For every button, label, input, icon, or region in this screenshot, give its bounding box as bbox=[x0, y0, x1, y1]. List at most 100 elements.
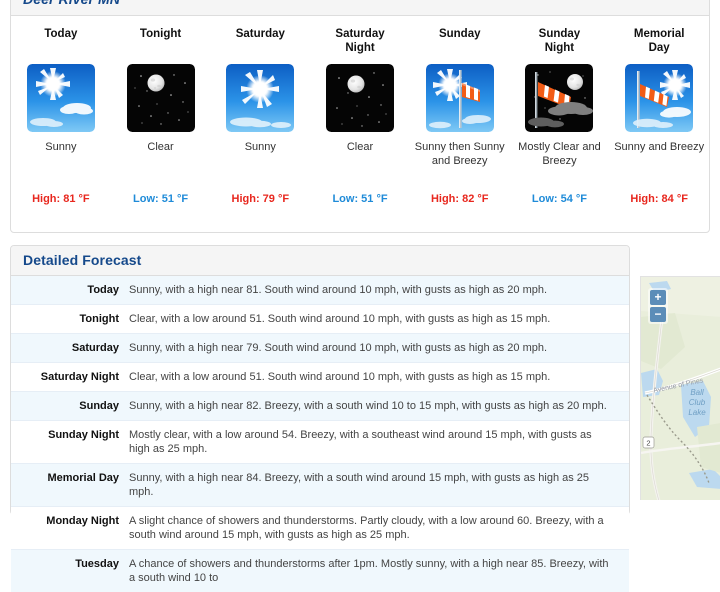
period-label: Today bbox=[11, 276, 129, 305]
forecast-column: Low: 51 °F bbox=[310, 185, 410, 206]
icon-row bbox=[11, 55, 709, 135]
period-label: Memorial Day bbox=[11, 464, 129, 507]
table-row: Sunday Sunny, with a high near 82. Breez… bbox=[11, 392, 629, 421]
forecast-column: High: 79 °F bbox=[210, 185, 310, 206]
forecast-column bbox=[11, 55, 111, 135]
forecast-column: Saturday bbox=[210, 16, 310, 55]
condition-text: Sunny then Sunny and Breezy bbox=[412, 135, 508, 185]
detailed-forecast-table: Today Sunny, with a high near 81. South … bbox=[11, 276, 629, 592]
high-temp: High: 79 °F bbox=[212, 185, 308, 206]
period-label: Monday Night bbox=[11, 507, 129, 550]
period-text: Mostly clear, with a low around 54. Bree… bbox=[129, 421, 629, 464]
forecast-column: Sunny bbox=[210, 135, 310, 185]
table-row: Monday Night A slight chance of showers … bbox=[11, 507, 629, 550]
svg-text:Club: Club bbox=[689, 398, 706, 407]
temperature-row: High: 81 °F Low: 51 °F High: 79 °F Low: … bbox=[11, 185, 709, 206]
period-text: A slight chance of showers and thunderst… bbox=[129, 507, 629, 550]
seven-day-panel-heading: Deer River MN bbox=[11, 0, 709, 16]
highway-shield-label: 2 bbox=[646, 439, 650, 448]
forecast-column: Low: 54 °F bbox=[510, 185, 610, 206]
sunny-icon[interactable] bbox=[27, 64, 95, 132]
location-title: Deer River MN bbox=[23, 0, 697, 7]
condition-text: Clear bbox=[312, 135, 408, 185]
forecast-column: High: 82 °F bbox=[410, 185, 510, 206]
svg-text:Lake: Lake bbox=[688, 408, 706, 417]
weather-forecast-page: Deer River MN Today Tonight Saturday Sat… bbox=[0, 0, 720, 500]
table-row: Tuesday A chance of showers and thunders… bbox=[11, 550, 629, 592]
forecast-column bbox=[210, 55, 310, 135]
forecast-column: Sunday Night bbox=[510, 16, 610, 55]
period-label: Tonight bbox=[11, 305, 129, 334]
sunny-windy-icon[interactable] bbox=[625, 64, 693, 132]
sunny-windy-icon[interactable] bbox=[426, 64, 494, 132]
period-label: Saturday Night bbox=[11, 363, 129, 392]
table-row: Tonight Clear, with a low around 51. Sou… bbox=[11, 305, 629, 334]
zoom-out-button[interactable]: − bbox=[650, 307, 666, 322]
forecast-column: Clear bbox=[310, 135, 410, 185]
condition-text: Clear bbox=[113, 135, 209, 185]
period-label: Sunday Night bbox=[11, 421, 129, 464]
forecast-column bbox=[609, 55, 709, 135]
lake-label: Ball Club Lake bbox=[688, 388, 706, 417]
table-row: Memorial Day Sunny, with a high near 84.… bbox=[11, 464, 629, 507]
detailed-forecast-panel: Detailed Forecast Today Sunny, with a hi… bbox=[10, 245, 630, 515]
forecast-column: High: 81 °F bbox=[11, 185, 111, 206]
table-row: Sunday Night Mostly clear, with a low ar… bbox=[11, 421, 629, 464]
low-temp: Low: 51 °F bbox=[312, 185, 408, 206]
day-name: Saturday Night bbox=[312, 16, 408, 55]
clear-night-icon[interactable] bbox=[326, 64, 394, 132]
clear-night-icon[interactable] bbox=[127, 64, 195, 132]
condition-text: Mostly Clear and Breezy bbox=[512, 135, 608, 185]
day-name: Memorial Day bbox=[611, 16, 707, 55]
table-row: Saturday Night Clear, with a low around … bbox=[11, 363, 629, 392]
forecast-column: Memorial Day bbox=[609, 16, 709, 55]
high-temp: High: 84 °F bbox=[611, 185, 707, 206]
day-name: Sunday Night bbox=[512, 16, 608, 55]
detailed-forecast-title: Detailed Forecast bbox=[23, 252, 617, 268]
period-label: Saturday bbox=[11, 334, 129, 363]
condition-text: Sunny and Breezy bbox=[611, 135, 707, 185]
period-text: Sunny, with a high near 84. Breezy, with… bbox=[129, 464, 629, 507]
period-label: Tuesday bbox=[11, 550, 129, 592]
day-name: Tonight bbox=[113, 16, 209, 41]
forecast-column bbox=[410, 55, 510, 135]
period-text: Clear, with a low around 51. South wind … bbox=[129, 305, 629, 334]
low-temp: Low: 51 °F bbox=[113, 185, 209, 206]
forecast-column: Mostly Clear and Breezy bbox=[510, 135, 610, 185]
condition-row: Sunny Clear Sunny Clear Sunny then Sunny… bbox=[11, 135, 709, 185]
forecast-column bbox=[310, 55, 410, 135]
forecast-column: Tonight bbox=[111, 16, 211, 55]
forecast-column: High: 84 °F bbox=[609, 185, 709, 206]
forecast-column: Sunday bbox=[410, 16, 510, 55]
map-zoom-controls: + − bbox=[648, 288, 668, 324]
condition-text: Sunny bbox=[13, 135, 109, 185]
forecast-column: Today bbox=[11, 16, 111, 55]
period-text: Sunny, with a high near 81. South wind a… bbox=[129, 276, 629, 305]
condition-text: Sunny bbox=[212, 135, 308, 185]
svg-text:Ball: Ball bbox=[690, 388, 704, 397]
forecast-column: Sunny then Sunny and Breezy bbox=[410, 135, 510, 185]
seven-day-forecast-panel: Deer River MN Today Tonight Saturday Sat… bbox=[10, 0, 710, 233]
forecast-column: Sunny bbox=[11, 135, 111, 185]
forecast-column: Saturday Night bbox=[310, 16, 410, 55]
forecast-column: Clear bbox=[111, 135, 211, 185]
mostly-clear-windy-night-icon[interactable] bbox=[525, 64, 593, 132]
sunny-icon[interactable] bbox=[226, 64, 294, 132]
period-text: Sunny, with a high near 79. South wind a… bbox=[129, 334, 629, 363]
forecast-column bbox=[111, 55, 211, 135]
high-temp: High: 82 °F bbox=[412, 185, 508, 206]
forecast-column: Low: 51 °F bbox=[111, 185, 211, 206]
day-name: Today bbox=[13, 16, 109, 41]
period-text: A chance of showers and thunderstorms af… bbox=[129, 550, 629, 592]
forecast-column bbox=[510, 55, 610, 135]
forecast-column: Sunny and Breezy bbox=[609, 135, 709, 185]
day-name: Sunday bbox=[412, 16, 508, 41]
zoom-in-button[interactable]: + bbox=[650, 290, 666, 305]
location-map[interactable]: 2 Avenue of Pines Ball Club Lake + − bbox=[640, 276, 720, 500]
seven-day-body: Today Tonight Saturday Saturday Night Su… bbox=[11, 16, 709, 232]
period-label: Sunday bbox=[11, 392, 129, 421]
low-temp: Low: 54 °F bbox=[512, 185, 608, 206]
period-text: Sunny, with a high near 82. Breezy, with… bbox=[129, 392, 629, 421]
day-name: Saturday bbox=[212, 16, 308, 41]
period-text: Clear, with a low around 51. South wind … bbox=[129, 363, 629, 392]
